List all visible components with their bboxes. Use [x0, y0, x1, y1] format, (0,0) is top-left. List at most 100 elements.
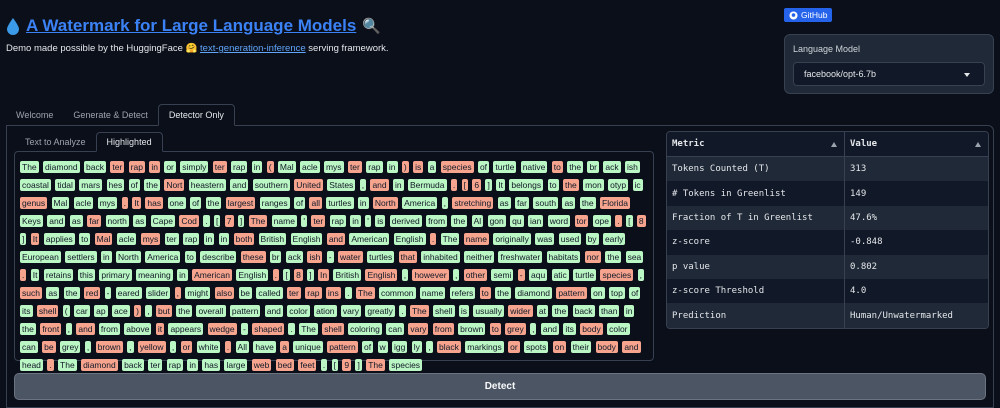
green-token: than [598, 305, 620, 317]
green-token: diamond [43, 161, 80, 173]
tab-welcome[interactable]: Welcome [6, 104, 63, 126]
green-token: and [264, 305, 283, 317]
green-token: American [349, 233, 390, 245]
sort-icon [975, 142, 981, 147]
red-token: The [248, 215, 268, 227]
green-token: tidal [55, 179, 75, 191]
green-token: British [258, 233, 287, 245]
green-token: a [427, 161, 437, 173]
green-token: have [253, 341, 276, 353]
green-token: turtles [326, 197, 354, 209]
green-token: ack [285, 251, 304, 263]
green-token: diamond [515, 287, 552, 299]
green-token: to [184, 251, 196, 263]
metric-cell: p value [667, 254, 845, 279]
red-token: be [42, 341, 56, 353]
green-token: north [105, 215, 129, 227]
red-token: ter [286, 287, 301, 299]
green-token: Al [471, 215, 484, 227]
green-token: south [533, 197, 559, 209]
red-token: brown [95, 341, 123, 353]
green-token: shell [433, 305, 455, 317]
red-token: all [309, 197, 322, 209]
green-token: rap [182, 233, 200, 245]
metric-cell: z-score [667, 230, 845, 255]
green-token: , [84, 341, 92, 353]
green-token: ly [411, 341, 422, 353]
red-token: ins [325, 287, 341, 299]
green-token: retains [43, 269, 74, 281]
tab-highlighted[interactable]: Highlighted [95, 132, 163, 152]
green-token: neither [464, 251, 495, 263]
green-token: Cape [150, 215, 175, 227]
green-token: and [47, 215, 66, 227]
green-token: native [520, 161, 548, 173]
magnifier-icon: 🔍 [362, 18, 381, 35]
red-token: Nort [164, 179, 185, 191]
green-token: , [637, 269, 645, 281]
red-token: has [145, 197, 164, 209]
green-token: was [535, 233, 555, 245]
red-token: both [233, 233, 255, 245]
red-token: . [224, 341, 232, 353]
highlighted-tokens: The diamond back ter rap in or simply te… [20, 158, 648, 374]
green-token: spots [524, 341, 549, 353]
green-token: describe [200, 251, 237, 263]
green-token: in [350, 215, 361, 227]
green-token: mon [583, 179, 604, 191]
sort-icon [831, 142, 837, 147]
value-cell: 0.802 [844, 254, 988, 279]
tgi-link[interactable]: text-generation-inference [200, 43, 306, 54]
green-token: ] [307, 269, 314, 281]
red-token: in [149, 161, 160, 173]
green-token: sea [625, 251, 644, 263]
green-token: turtles [367, 251, 395, 263]
green-token: ic [632, 179, 643, 191]
green-token: common [378, 287, 416, 299]
green-token: inhabited [421, 251, 460, 263]
tab-detector-only[interactable]: Detector Only [157, 104, 235, 126]
green-token: brown [458, 323, 486, 335]
column-header-value[interactable]: Value [844, 132, 988, 157]
red-token: species [600, 269, 634, 281]
green-token: back [84, 161, 106, 173]
green-token: . [203, 215, 210, 227]
red-token: 8 [636, 215, 646, 227]
green-token: eared [115, 287, 142, 299]
red-token: a [280, 341, 289, 353]
green-token: , [145, 305, 152, 317]
green-token: color [607, 323, 630, 335]
red-token: ( [266, 161, 274, 173]
language-model-label: Language Model [793, 44, 861, 54]
droplet-icon [7, 18, 19, 35]
red-token: nor [584, 251, 601, 263]
red-token: genus [20, 197, 48, 209]
red-token: wedge [207, 323, 237, 335]
green-token: car [73, 305, 90, 317]
green-token: the [20, 323, 36, 335]
green-token: back [122, 359, 145, 371]
page-title-link[interactable]: A Watermark for Large Language Models [26, 16, 356, 36]
detect-button[interactable]: Detect [14, 373, 986, 400]
green-token: acle [300, 161, 320, 173]
green-token: the [552, 305, 569, 317]
language-model-select[interactable]: facebook/opt-6.7b [793, 62, 985, 86]
column-header-metric[interactable]: Metric [667, 132, 845, 157]
github-badge[interactable]: GitHub [784, 8, 833, 22]
red-token: . [429, 233, 437, 245]
green-token: one [167, 197, 186, 209]
green-token: to [79, 233, 91, 245]
red-token: and [622, 341, 641, 353]
red-token: water [337, 251, 363, 263]
green-token: is [458, 305, 470, 317]
green-token: vary [340, 305, 361, 317]
green-token: the [451, 215, 468, 227]
green-token: the [176, 305, 193, 317]
green-token: [ [283, 269, 290, 281]
tab-generate-detect[interactable]: Generate & Detect [63, 104, 158, 126]
green-token: acle [116, 233, 137, 245]
tab-text-to-analyze[interactable]: Text to Analyze [15, 132, 96, 152]
green-token: The [20, 161, 39, 173]
red-token: American [192, 269, 232, 281]
green-token: Mal [277, 161, 296, 173]
